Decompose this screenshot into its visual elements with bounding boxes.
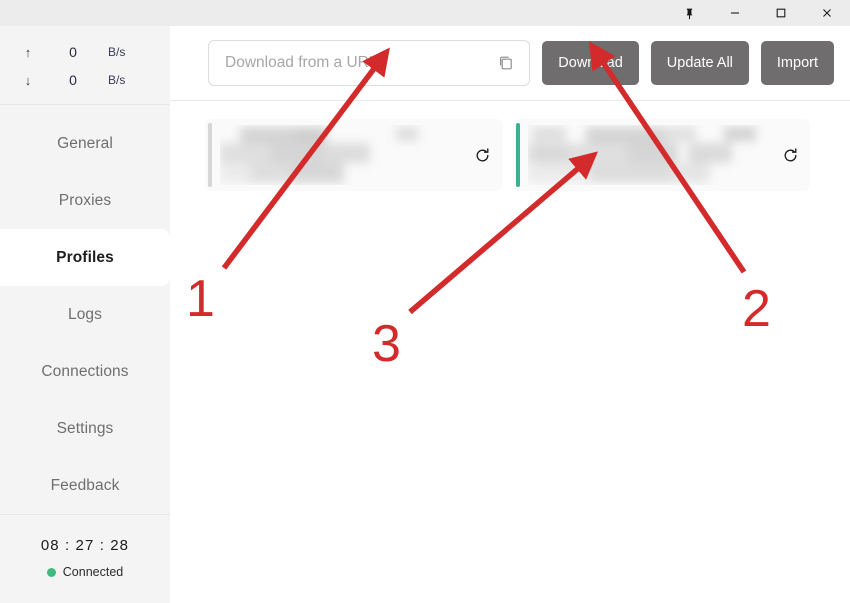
status-label: Connected [62,565,124,579]
download-speed-unit: B/s [108,73,126,87]
download-speed-row: ↓ 0 B/s [0,66,170,94]
redacted-content [220,125,457,185]
profile-card-content [220,125,457,185]
sidebar-item-proxies[interactable]: Proxies [0,172,170,229]
sidebar-item-connections[interactable]: Connections [0,343,170,400]
upload-speed-value: 0 [69,44,77,60]
pin-icon[interactable] [666,0,712,26]
titlebar [0,0,850,26]
update-all-button[interactable]: Update All [650,41,749,85]
speed-indicator: ↑ 0 B/s ↓ 0 B/s [0,26,170,105]
sidebar-item-general[interactable]: General [0,115,170,172]
profile-accent-bar [515,123,520,187]
status-badge: Connected [0,565,170,579]
download-arrow-icon: ↓ [24,72,32,88]
upload-speed-unit: B/s [108,45,126,59]
minimize-icon[interactable] [712,0,758,26]
sidebar-nav: General Proxies Profiles Logs Connection… [0,105,170,514]
profile-card-2[interactable] [512,119,810,191]
download-speed-value: 0 [69,72,77,88]
profile-accent-bar [208,123,212,187]
connection-status-panel: 08 : 27 : 28 Connected [0,514,170,603]
sidebar-item-profiles[interactable]: Profiles [0,229,170,286]
toolbar: Download Update All Import [170,26,850,101]
sidebar-item-feedback[interactable]: Feedback [0,457,170,514]
sidebar-item-settings[interactable]: Settings [0,400,170,457]
import-button[interactable]: Import [760,41,834,85]
url-field[interactable] [208,40,531,86]
close-icon[interactable] [804,0,850,26]
copy-icon[interactable] [497,54,515,72]
app-window: ↑ 0 B/s ↓ 0 B/s General Proxies Profiles… [0,0,850,603]
refresh-icon[interactable] [463,119,503,191]
upload-arrow-icon: ↑ [24,44,32,60]
main-content: Download Update All Import [170,26,850,603]
maximize-icon[interactable] [758,0,804,26]
sidebar-item-logs[interactable]: Logs [0,286,170,343]
refresh-icon[interactable] [770,119,810,191]
download-button[interactable]: Download [542,41,639,85]
sidebar: ↑ 0 B/s ↓ 0 B/s General Proxies Profiles… [0,26,170,603]
status-dot-icon [46,567,56,577]
upload-speed-row: ↑ 0 B/s [0,38,170,66]
profile-card-1[interactable] [205,119,503,191]
redacted-content [527,125,765,185]
profile-card-content [527,125,765,185]
session-timer: 08 : 27 : 28 [40,537,130,554]
search-input[interactable] [225,41,486,85]
profile-card-list [170,101,850,191]
